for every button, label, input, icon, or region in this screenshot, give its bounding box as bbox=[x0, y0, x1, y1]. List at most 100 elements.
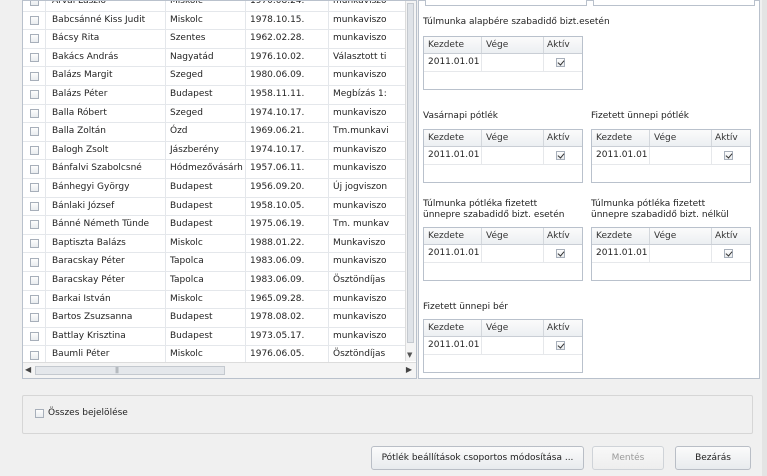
col-start[interactable]: Kezdete bbox=[424, 228, 482, 244]
end-cell[interactable] bbox=[650, 245, 712, 262]
row-checkbox[interactable] bbox=[29, 146, 39, 156]
grid-row[interactable]: 2011.01.01 bbox=[592, 245, 750, 263]
row-checkbox[interactable] bbox=[29, 164, 39, 174]
start-cell[interactable]: 2011.01.01 bbox=[424, 245, 482, 262]
vertical-scroll-thumb[interactable] bbox=[407, 3, 414, 343]
active-checkbox[interactable] bbox=[556, 249, 565, 258]
col-end[interactable]: Vége bbox=[650, 228, 712, 244]
grid-row[interactable]: 2011.01.01 bbox=[424, 337, 582, 355]
end-cell[interactable] bbox=[482, 245, 544, 262]
grid-row[interactable]: 2011.01.01 bbox=[424, 54, 582, 72]
start-cell[interactable]: 2011.01.01 bbox=[424, 147, 482, 164]
vertical-scrollbar[interactable]: ▼ bbox=[405, 1, 416, 361]
col-start[interactable]: Kezdete bbox=[592, 228, 650, 244]
col-active[interactable]: Aktív bbox=[544, 320, 577, 336]
employment-type: Választott ti bbox=[333, 51, 387, 62]
row-checkbox[interactable] bbox=[29, 183, 39, 193]
table-row[interactable]: Bánfalvi Szabolcsné Hódmezővásárh 1957.06.… bbox=[23, 160, 406, 179]
row-checkbox[interactable] bbox=[29, 257, 39, 267]
scroll-left-icon[interactable]: ◀ bbox=[25, 365, 31, 374]
row-checkbox[interactable] bbox=[29, 276, 39, 286]
row-checkbox[interactable] bbox=[29, 127, 39, 137]
col-start[interactable]: Kezdete bbox=[424, 320, 482, 336]
col-active[interactable]: Aktív bbox=[544, 228, 577, 244]
table-row[interactable]: Bácsy Rita Szentes 1962.02.28. munkaviszo bbox=[23, 30, 406, 49]
row-checkbox[interactable] bbox=[29, 1, 39, 7]
active-checkbox[interactable] bbox=[556, 151, 565, 160]
scroll-down-icon[interactable]: ▼ bbox=[407, 351, 412, 359]
table-row[interactable]: Bánlaki József Budapest 1958.10.05. munkavi… bbox=[23, 197, 406, 217]
scroll-right-icon[interactable]: ▶ bbox=[406, 365, 412, 374]
row-checkbox[interactable] bbox=[29, 313, 39, 323]
table-row[interactable]: Balla Róbert Szeged 1974.10.17. munkaviszo bbox=[23, 104, 406, 124]
grid-row[interactable]: 2011.01.01 bbox=[424, 147, 582, 165]
row-checkbox[interactable] bbox=[29, 34, 39, 44]
table-row[interactable]: Arvai Laszlo Miskolc 1970.08.24. munkaviszo bbox=[23, 1, 406, 12]
row-checkbox[interactable] bbox=[29, 53, 39, 63]
col-active[interactable]: Aktív bbox=[544, 130, 577, 146]
overtime-paid-without-grid: Kezdete Vége Aktív 2011.01.01 bbox=[591, 227, 751, 281]
select-all-control[interactable]: Összes bejelölése bbox=[35, 408, 128, 418]
col-start[interactable]: Kezdete bbox=[424, 37, 482, 53]
active-checkbox[interactable] bbox=[556, 58, 565, 67]
col-end[interactable]: Vége bbox=[482, 320, 544, 336]
employment-type: munkaviszo bbox=[333, 163, 387, 174]
select-all-checkbox[interactable] bbox=[35, 408, 44, 418]
end-cell[interactable] bbox=[482, 337, 544, 354]
employment-type: munkaviszo bbox=[333, 200, 387, 211]
row-checkbox[interactable] bbox=[29, 350, 39, 360]
table-row[interactable]: Bakács András Nagyatád 1976.10.02. Választo… bbox=[23, 48, 406, 68]
end-cell[interactable] bbox=[482, 147, 544, 164]
table-row[interactable]: Barkai István Miskolc 1965.09.28. munkavisz… bbox=[23, 290, 406, 310]
table-row[interactable]: Balázs Margit Szeged 1980.06.09. munkaviszo bbox=[23, 67, 406, 86]
table-row[interactable]: Battlay Krisztina Budapest 1973.05.17. munk… bbox=[23, 327, 406, 347]
grid-row[interactable]: 2011.01.01 bbox=[592, 147, 750, 165]
col-start[interactable]: Kezdete bbox=[424, 130, 482, 146]
table-row[interactable]: Baracskay Péter Tapolca 1983.06.09. Ösztönd… bbox=[23, 271, 406, 291]
start-cell[interactable]: 2011.01.01 bbox=[424, 337, 482, 354]
row-checkbox[interactable] bbox=[29, 201, 39, 211]
col-end[interactable]: Vége bbox=[650, 130, 712, 146]
col-active[interactable]: Aktív bbox=[712, 228, 745, 244]
table-row[interactable]: Baracskay Péter Tapolca 1983.06.09. munkavi… bbox=[23, 253, 406, 272]
col-start[interactable]: Kezdete bbox=[592, 130, 650, 146]
row-checkbox[interactable] bbox=[29, 294, 39, 304]
col-end[interactable]: Vége bbox=[482, 130, 544, 146]
end-cell[interactable] bbox=[482, 54, 544, 71]
start-cell[interactable]: 2011.01.01 bbox=[424, 54, 482, 71]
row-checkbox[interactable] bbox=[29, 220, 39, 230]
grid-row[interactable]: 2011.01.01 bbox=[424, 245, 582, 263]
table-row[interactable]: Balogh Zsolt Jászberény 1974.10.17. munkavi… bbox=[23, 141, 406, 161]
employee-name: Bácsy Rita bbox=[46, 30, 166, 48]
active-checkbox[interactable] bbox=[724, 249, 733, 258]
row-checkbox[interactable] bbox=[29, 71, 39, 81]
row-checkbox[interactable] bbox=[29, 331, 39, 341]
active-checkbox[interactable] bbox=[724, 151, 733, 160]
table-row[interactable]: Babcsánné Kiss Judit Miskolc 1978.10.15. mu… bbox=[23, 11, 406, 31]
col-active[interactable]: Aktív bbox=[544, 37, 577, 53]
active-checkbox[interactable] bbox=[556, 341, 565, 350]
table-row[interactable]: Baptiszta Balázs Miskolc 1988.01.22. Munkav… bbox=[23, 234, 406, 254]
row-checkbox[interactable] bbox=[29, 15, 39, 25]
close-button[interactable]: Bezárás bbox=[675, 446, 751, 470]
col-active[interactable]: Aktív bbox=[712, 130, 745, 146]
start-cell[interactable]: 2011.01.01 bbox=[592, 147, 650, 164]
employee-name: Bánhegyi György bbox=[46, 178, 166, 197]
save-button[interactable]: Mentés bbox=[592, 446, 664, 470]
col-end[interactable]: Vége bbox=[482, 37, 544, 53]
select-all-label[interactable]: Összes bejelölése bbox=[48, 408, 128, 418]
horizontal-scrollbar[interactable]: ◀ ||| ▶ bbox=[23, 362, 416, 378]
row-checkbox[interactable] bbox=[29, 90, 39, 100]
table-row[interactable]: Bánné Németh Tünde Budapest 1975.06.19. Tm.… bbox=[23, 216, 406, 235]
table-row[interactable]: Bartos Zsuzsanna Budapest 1978.08.02. munka… bbox=[23, 309, 406, 328]
col-end[interactable]: Vége bbox=[482, 228, 544, 244]
table-row[interactable]: Bánhegyi György Budapest 1956.09.20. Új jog… bbox=[23, 178, 406, 198]
bulk-edit-button[interactable]: Pótlék beállítások csoportos módosítása … bbox=[371, 446, 584, 470]
end-cell[interactable] bbox=[650, 147, 712, 164]
horizontal-scroll-thumb[interactable] bbox=[35, 366, 225, 375]
table-row[interactable]: Balázs Péter Budapest 1958.11.11. Megbízás … bbox=[23, 85, 406, 105]
row-checkbox[interactable] bbox=[29, 108, 39, 118]
table-row[interactable]: Balla Zoltán Ózd 1969.06.21. Tm.munkavi bbox=[23, 123, 406, 142]
row-checkbox[interactable] bbox=[29, 239, 39, 249]
start-cell[interactable]: 2011.01.01 bbox=[592, 245, 650, 262]
